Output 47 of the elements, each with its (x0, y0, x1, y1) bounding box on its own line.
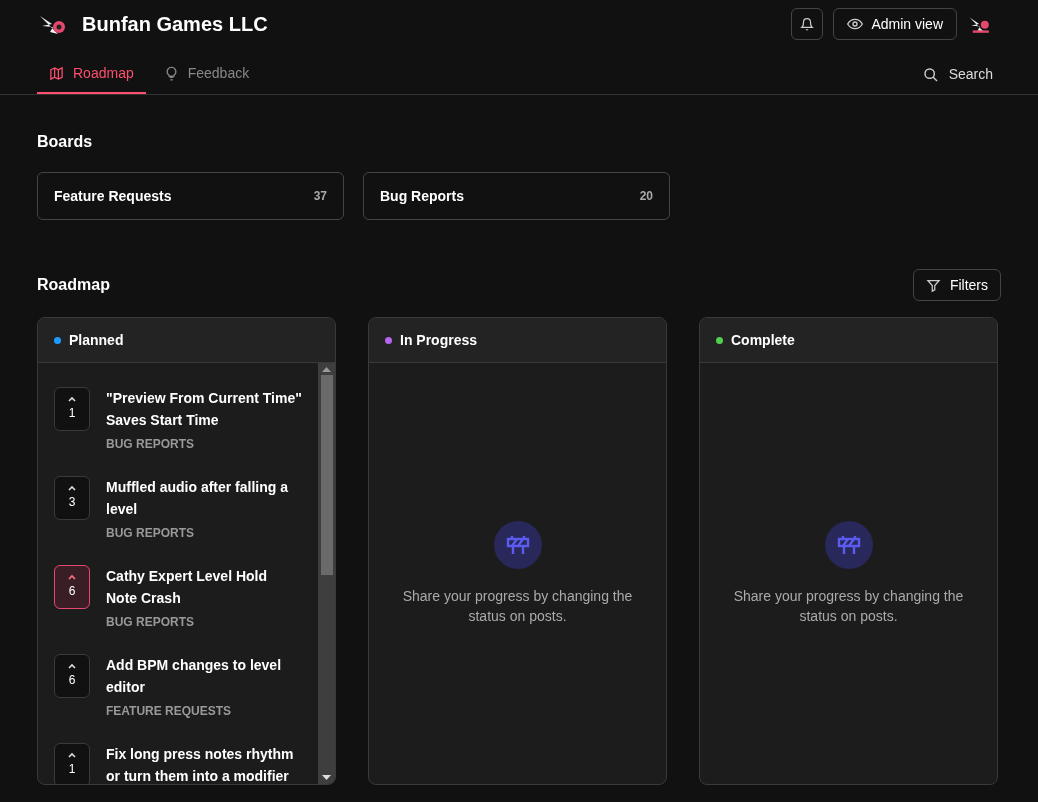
board-card[interactable]: Bug Reports 20 (363, 172, 670, 220)
section-heading: Boards (37, 132, 94, 152)
chevron-up-icon (67, 396, 77, 403)
column-title: In Progress (400, 330, 478, 350)
chevron-up-icon (67, 752, 77, 759)
filters-button[interactable]: Filters (912, 269, 1001, 301)
bell-icon (800, 16, 815, 32)
search-icon (922, 66, 939, 83)
upvote-button[interactable]: 1 (54, 387, 90, 431)
scroll-down-icon (322, 775, 331, 780)
admin-view-button[interactable]: Admin view (833, 8, 957, 40)
nav-tab[interactable]: Roadmap (37, 55, 146, 94)
upvote-button[interactable]: 3 (54, 476, 90, 520)
empty-state-text: Share your progress by changing the status on posts. (732, 587, 965, 626)
scroll-up-icon (322, 367, 331, 372)
chevron-up-icon (67, 485, 77, 492)
upvote-button[interactable]: 6 (54, 565, 90, 609)
chevron-up-icon (67, 663, 77, 670)
board-label: FEATURE REQUESTS (106, 703, 233, 720)
company-title: Bunfan Games LLC (82, 12, 268, 37)
post-title[interactable]: Fix long press notes rhythm or turn them into a modifier (106, 743, 302, 784)
barrier-icon (493, 521, 542, 569)
post-title[interactable]: "Preview From Current Time" Saves Start Time (106, 387, 302, 431)
column-title: Complete (731, 330, 795, 350)
post-title[interactable]: Add BPM changes to level editor (106, 654, 302, 698)
filter-icon (925, 277, 941, 293)
barrier-icon (824, 521, 873, 569)
upvote-button[interactable]: 6 (54, 654, 90, 698)
board-label: BUG REPORTS (106, 614, 195, 631)
map-icon (49, 66, 64, 81)
board-label: BUG REPORTS (106, 525, 195, 542)
post-title[interactable]: Muffled audio after falling a level (106, 476, 302, 520)
scrollbar[interactable] (318, 363, 335, 784)
notifications-button[interactable] (791, 8, 824, 40)
search-button[interactable]: Search (922, 55, 993, 94)
lightbulb-icon (163, 66, 179, 81)
eye-icon (847, 16, 864, 32)
board-card[interactable]: Feature Requests 37 (37, 172, 344, 220)
post-title[interactable]: Cathy Expert Level Hold Note Crash (106, 565, 302, 609)
scrollbar-thumb[interactable] (320, 375, 333, 575)
nav-tab[interactable]: Feedback (151, 55, 262, 94)
empty-state-text: Share your progress by changing the status on posts. (401, 587, 634, 626)
section-heading: Roadmap (37, 275, 110, 295)
column-title: Planned (69, 330, 124, 350)
chevron-up-icon (67, 574, 77, 581)
board-label: BUG REPORTS (106, 436, 195, 453)
upvote-button[interactable]: 1 (54, 743, 90, 784)
